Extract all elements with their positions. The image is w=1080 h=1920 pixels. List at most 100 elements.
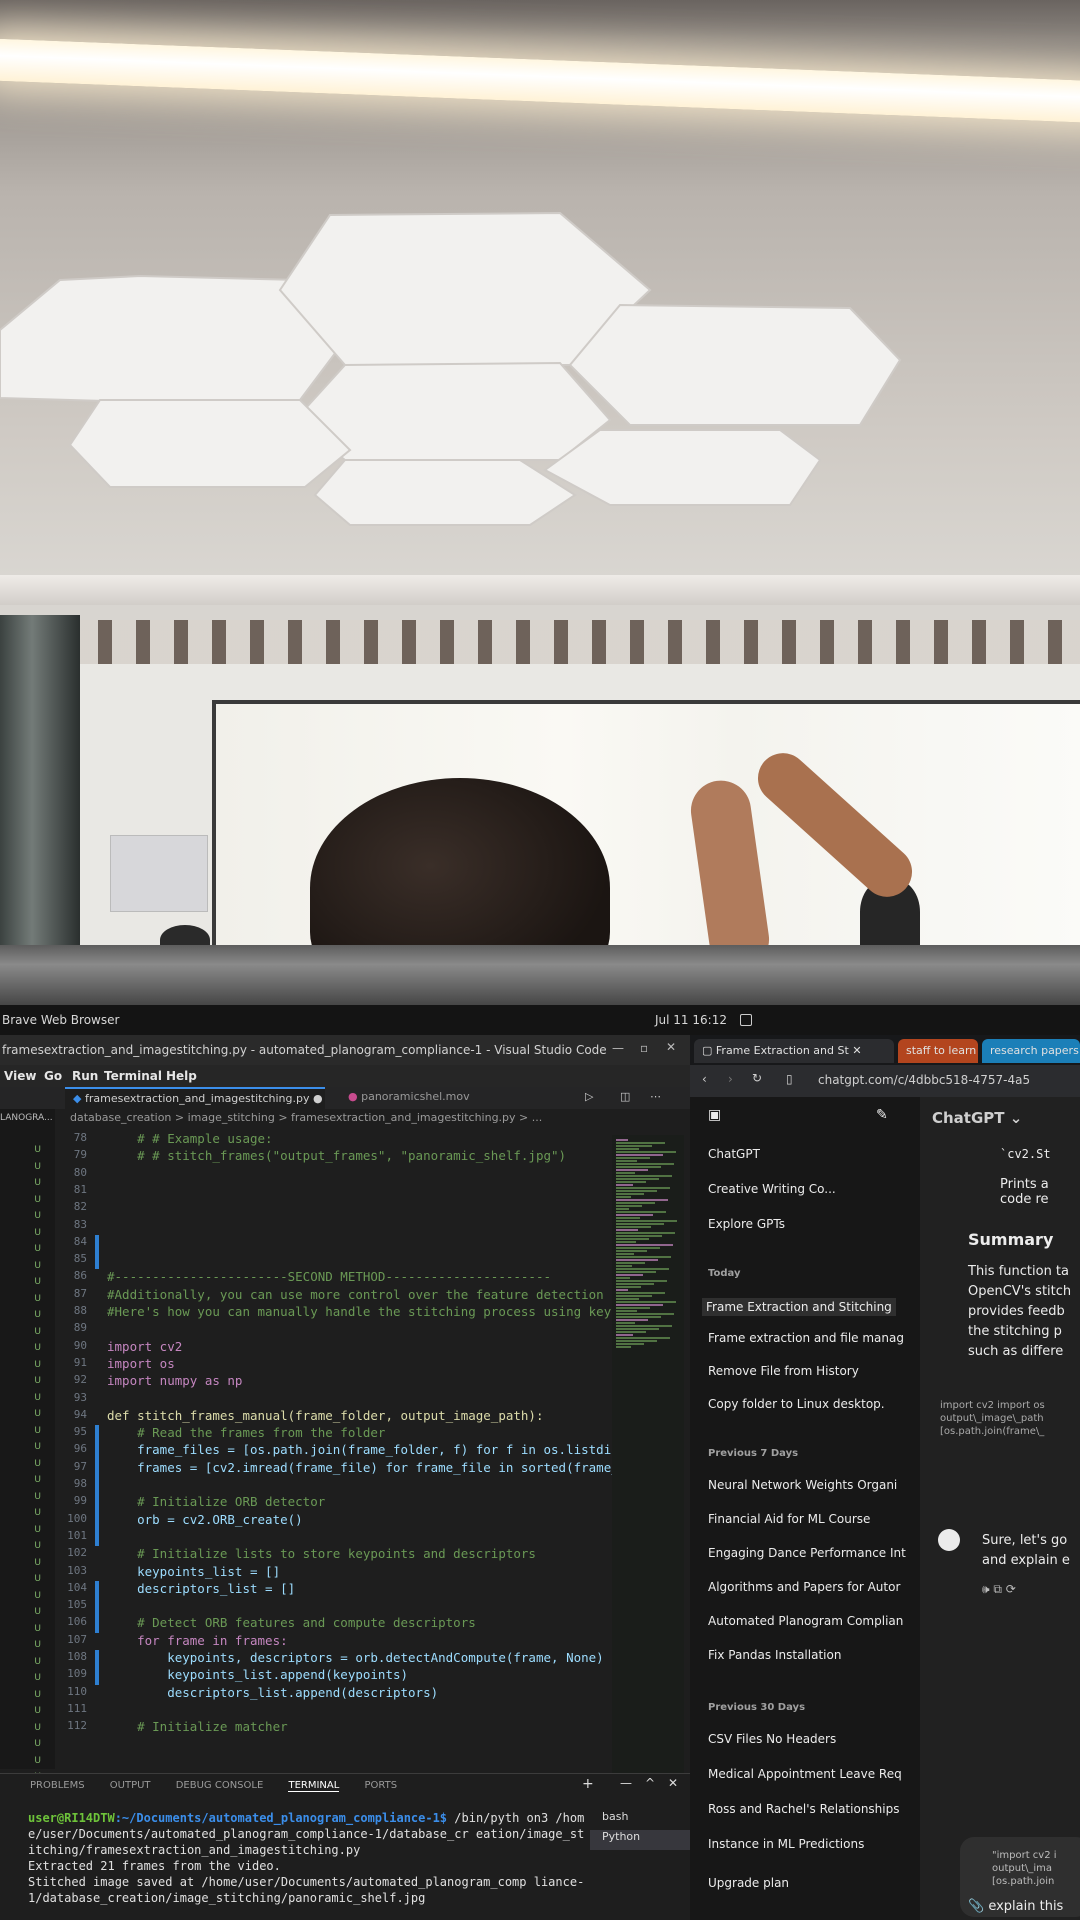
reload-icon[interactable]: ↻ xyxy=(752,1071,762,1085)
explorer-file-item[interactable]: U xyxy=(0,1178,55,1192)
tab-close-icon[interactable]: ✕ xyxy=(852,1044,861,1057)
explorer-file-item[interactable]: U xyxy=(0,1706,55,1720)
explorer-file-item[interactable]: U xyxy=(0,1393,55,1407)
explorer-file-item[interactable]: U xyxy=(0,1327,55,1341)
breadcrumb[interactable]: database_creation > image_stitching > fr… xyxy=(70,1111,542,1124)
history-item[interactable]: Financial Aid for ML Course xyxy=(708,1512,870,1526)
explorer-file-item[interactable]: U xyxy=(0,1657,55,1671)
explorer-file-item[interactable]: U xyxy=(0,1310,55,1324)
url-field[interactable]: chatgpt.com/c/4dbbc518-4757-4a5 xyxy=(818,1073,1030,1087)
close-panel-icon[interactable]: ✕ xyxy=(668,1776,678,1790)
explorer-file-item[interactable]: U xyxy=(0,1558,55,1572)
explorer-file-item[interactable]: U xyxy=(0,1162,55,1176)
explorer-file-item[interactable]: U xyxy=(0,1607,55,1621)
explorer-file-item[interactable]: U xyxy=(0,1426,55,1440)
tab-framesextraction[interactable]: ◆ framesextraction_and_imagestitching.py… xyxy=(65,1087,325,1109)
terminal-output[interactable]: user@RI14DTW:~/Documents/automated_plano… xyxy=(28,1810,588,1906)
code-editor[interactable]: 78 # # Example usage: 79 # # stitch_frame… xyxy=(55,1131,626,1771)
history-item[interactable]: Ross and Rachel's Relationships xyxy=(708,1802,899,1816)
history-item[interactable]: CSV Files No Headers xyxy=(708,1732,836,1746)
panel-tab-problems[interactable]: PROBLEMS xyxy=(30,1780,85,1791)
regenerate-icon[interactable]: ⟳ xyxy=(1006,1582,1016,1596)
explorer-file-item[interactable]: U xyxy=(0,1723,55,1737)
explorer-file-item[interactable]: U xyxy=(0,1690,55,1704)
explorer-file-item[interactable]: U xyxy=(0,1739,55,1753)
panel-tab-debug-console[interactable]: DEBUG CONSOLE xyxy=(176,1780,264,1791)
copy-icon[interactable]: ⧉ xyxy=(993,1582,1002,1596)
explorer-file-item[interactable]: U xyxy=(0,1459,55,1473)
explorer-file-item[interactable]: U xyxy=(0,1343,55,1357)
split-editor-icon[interactable]: ◫ xyxy=(620,1090,630,1103)
explorer-file-item[interactable]: U xyxy=(0,1508,55,1522)
forward-icon[interactable]: › xyxy=(728,1072,733,1086)
menu-help[interactable]: Help xyxy=(166,1069,197,1083)
model-selector[interactable]: ChatGPT ⌄ xyxy=(932,1109,1022,1127)
history-item[interactable]: Frame extraction and file manag xyxy=(708,1331,904,1345)
explorer-file-item[interactable]: U xyxy=(0,1640,55,1654)
explorer-file-item[interactable]: U xyxy=(0,1244,55,1258)
explorer-file-item[interactable]: U xyxy=(0,1574,55,1588)
minimap[interactable] xyxy=(612,1135,684,1775)
new-chat-icon[interactable]: ✎ xyxy=(876,1107,888,1123)
explorer-file-item[interactable]: U xyxy=(0,1211,55,1225)
history-item[interactable]: Instance in ML Predictions xyxy=(708,1837,864,1851)
back-icon[interactable]: ‹ xyxy=(702,1072,707,1086)
maximize-icon[interactable]: ▫ xyxy=(640,1041,648,1055)
explorer-file-item[interactable]: U xyxy=(0,1442,55,1456)
panel-tab-terminal[interactable]: TERMINAL xyxy=(288,1780,340,1792)
menu-terminal[interactable]: Terminal xyxy=(104,1069,162,1083)
explorer-file-item[interactable]: U xyxy=(0,1624,55,1638)
explorer-file-item[interactable]: U xyxy=(0,1591,55,1605)
panel-tab-output[interactable]: OUTPUT xyxy=(110,1780,151,1791)
history-item[interactable]: ChatGPT xyxy=(708,1147,760,1161)
history-item[interactable]: Algorithms and Papers for Autor xyxy=(708,1580,900,1594)
explorer-file-item[interactable]: U xyxy=(0,1492,55,1506)
maximize-panel-icon[interactable]: ^ xyxy=(645,1776,655,1790)
history-item[interactable]: Automated Planogram Complian xyxy=(708,1614,903,1628)
explorer-file-item[interactable]: U xyxy=(0,1409,55,1423)
tab-panoramicshel[interactable]: ● panoramicshel.mov xyxy=(340,1087,490,1109)
explorer-file-item[interactable]: U xyxy=(0,1228,55,1242)
kill-terminal-icon[interactable]: — xyxy=(620,1776,632,1790)
explorer-file-item[interactable]: U xyxy=(0,1261,55,1275)
clock[interactable]: Jul 11 16:12 xyxy=(655,1013,727,1027)
history-item[interactable]: Medical Appointment Leave Req xyxy=(708,1767,902,1781)
browser-tab-staff[interactable]: staff to learn xyxy=(898,1039,978,1063)
explorer-file-item[interactable]: U xyxy=(0,1145,55,1159)
history-item[interactable]: Fix Pandas Installation xyxy=(708,1648,841,1662)
explorer-file-item[interactable]: U xyxy=(0,1376,55,1390)
more-actions-icon[interactable]: ⋯ xyxy=(650,1090,661,1103)
history-item[interactable]: Frame Extraction and Stitching xyxy=(702,1298,896,1316)
history-item[interactable]: Upgrade plan xyxy=(708,1876,789,1890)
history-item[interactable]: Engaging Dance Performance Int xyxy=(708,1546,906,1560)
history-item[interactable]: Remove File from History xyxy=(708,1364,859,1378)
explorer-file-item[interactable]: U xyxy=(0,1277,55,1291)
explorer-file-item[interactable]: U xyxy=(0,1475,55,1489)
sidebar-toggle-icon[interactable]: ▣ xyxy=(708,1107,721,1123)
bookmark-icon[interactable]: ▯ xyxy=(786,1072,793,1086)
explorer-file-item[interactable]: U xyxy=(0,1525,55,1539)
notification-icon[interactable] xyxy=(740,1014,752,1026)
browser-tab-research[interactable]: research papers f xyxy=(982,1039,1080,1063)
history-item[interactable]: Neural Network Weights Organi xyxy=(708,1478,897,1492)
new-terminal-icon[interactable]: + xyxy=(582,1776,594,1792)
message-input[interactable]: 📎 explain this xyxy=(968,1899,1063,1914)
browser-tab-active[interactable]: ▢ Frame Extraction and St ✕ xyxy=(694,1039,894,1063)
run-icon[interactable]: ▷ xyxy=(585,1090,593,1103)
terminal-item-python[interactable]: Python xyxy=(590,1830,690,1850)
explorer-file-item[interactable]: U xyxy=(0,1195,55,1209)
close-icon[interactable]: ✕ xyxy=(666,1040,676,1054)
minimize-icon[interactable]: — xyxy=(612,1041,624,1055)
explorer-file-item[interactable]: U xyxy=(0,1294,55,1308)
attach-icon[interactable]: 📎 xyxy=(968,1899,984,1914)
explorer-file-item[interactable]: U xyxy=(0,1541,55,1555)
explorer-file-item[interactable]: U xyxy=(0,1673,55,1687)
history-item[interactable]: Copy folder to Linux desktop. xyxy=(708,1397,885,1411)
explorer-file-item[interactable]: U xyxy=(0,1360,55,1374)
panel-tab-ports[interactable]: PORTS xyxy=(365,1780,398,1791)
read-aloud-icon[interactable]: 🕪 xyxy=(982,1582,990,1596)
history-item[interactable]: Explore GPTs xyxy=(708,1217,785,1231)
menu-go[interactable]: Go xyxy=(44,1069,62,1083)
menu-view[interactable]: View xyxy=(4,1069,36,1083)
menu-run[interactable]: Run xyxy=(72,1069,98,1083)
